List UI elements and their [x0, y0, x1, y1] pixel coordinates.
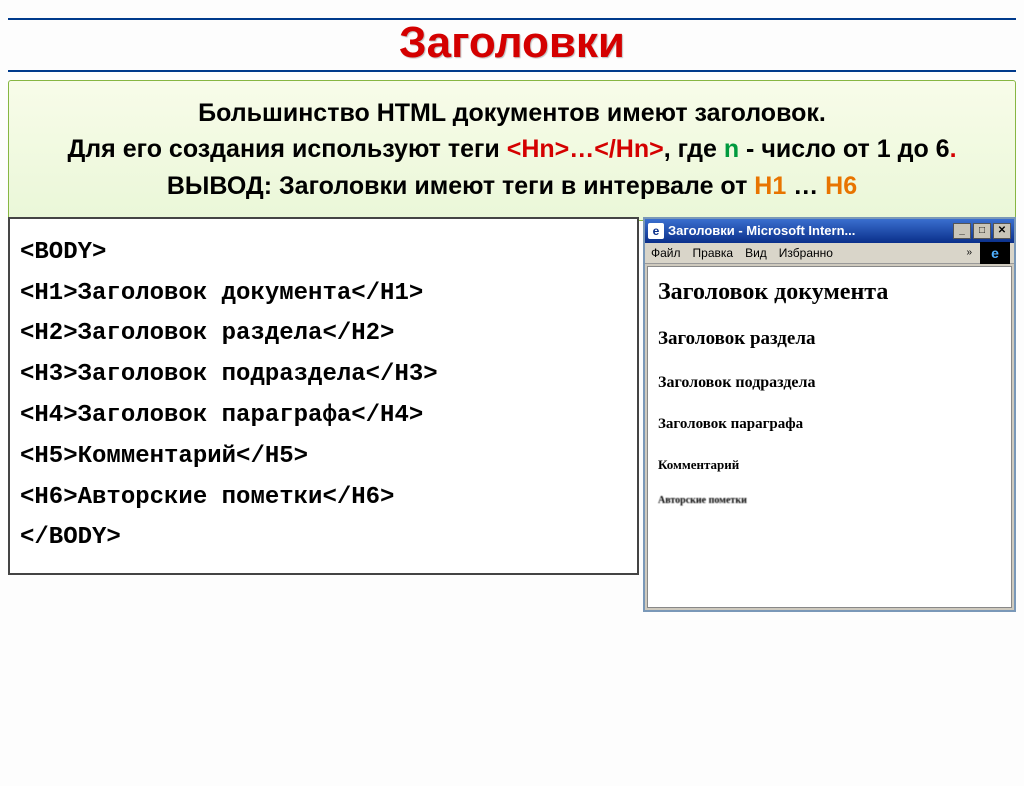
tag-close: </Hn>	[594, 135, 663, 163]
browser-title: Заголовки - Microsoft Intern...	[668, 223, 951, 238]
maximize-button[interactable]: □	[973, 223, 991, 239]
close-button[interactable]: ✕	[993, 223, 1011, 239]
code-line: </BODY>	[20, 518, 627, 559]
preview-h2: Заголовок раздела	[658, 328, 1001, 350]
info-text4: ВЫВОД: Заголовки имеют теги в интервале …	[167, 172, 754, 200]
code-line: <BODY>	[20, 233, 627, 274]
ie-throbber-icon: e	[980, 242, 1010, 264]
chevron-right-icon[interactable]: »	[966, 247, 972, 258]
info-text2: , где	[664, 135, 724, 163]
browser-content: Заголовок документа Заголовок раздела За…	[647, 266, 1012, 608]
info-box: Большинство HTML документов имеют заголо…	[8, 80, 1016, 221]
menu-edit[interactable]: Правка	[693, 246, 734, 260]
preview-h6: Авторские пометки	[658, 495, 1001, 506]
h1-label: H1	[754, 172, 786, 200]
info-line-3: ВЫВОД: Заголовки имеют теги в интервале …	[19, 168, 1005, 204]
slide-title: Заголовки	[0, 18, 1024, 68]
code-line: <H3>Заголовок подраздела</H3>	[20, 355, 627, 396]
minimize-button[interactable]: _	[953, 223, 971, 239]
tag-dots: …	[569, 135, 594, 163]
info-text: Для его создания используют теги	[67, 135, 506, 163]
info-line-1: Большинство HTML документов имеют заголо…	[19, 95, 1005, 131]
code-line: <H5>Комментарий</H5>	[20, 437, 627, 478]
n-var: n	[724, 135, 739, 163]
preview-h3: Заголовок подраздела	[658, 374, 1001, 392]
preview-h1: Заголовок документа	[658, 279, 1001, 306]
code-line: <H6>Авторские пометки</H6>	[20, 478, 627, 519]
code-line: <H1>Заголовок документа</H1>	[20, 274, 627, 315]
code-box: <BODY> <H1>Заголовок документа</H1> <H2>…	[8, 217, 639, 575]
menu-file[interactable]: Файл	[651, 246, 681, 260]
preview-h5: Комментарий	[658, 457, 1001, 473]
title-underline	[8, 70, 1016, 72]
browser-menubar: Файл Правка Вид Избранно » e	[645, 243, 1014, 264]
code-line: <H4>Заголовок параграфа</H4>	[20, 396, 627, 437]
menu-view[interactable]: Вид	[745, 246, 767, 260]
code-line: <H2>Заголовок раздела</H2>	[20, 314, 627, 355]
ellipsis: …	[786, 172, 825, 200]
info-line-2: Для его создания используют теги <Hn>…</…	[19, 131, 1005, 167]
preview-h4: Заголовок параграфа	[658, 416, 1001, 433]
period: .	[950, 135, 957, 163]
info-text3: - число от 1 до 6	[739, 135, 949, 163]
browser-titlebar: e Заголовки - Microsoft Intern... _ □ ✕	[645, 219, 1014, 243]
browser-window: e Заголовки - Microsoft Intern... _ □ ✕ …	[643, 217, 1016, 612]
tag-open: <Hn>	[507, 135, 570, 163]
h6-label: H6	[825, 172, 857, 200]
menu-favorites[interactable]: Избранно	[779, 246, 833, 260]
ie-app-icon: e	[648, 223, 664, 239]
